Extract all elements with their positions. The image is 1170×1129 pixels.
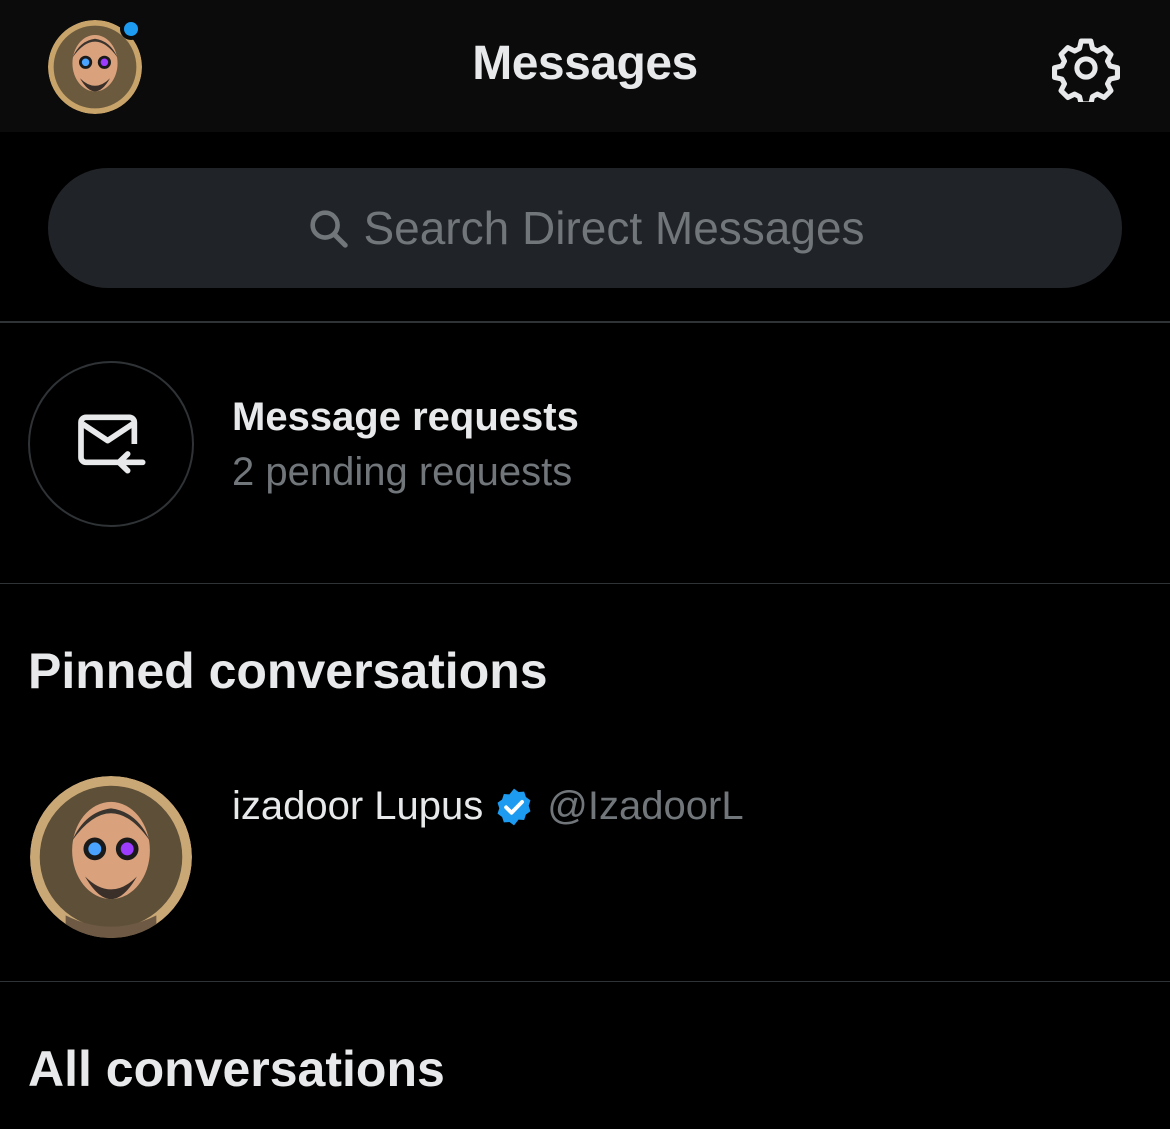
divider — [0, 583, 1170, 584]
gear-icon — [1052, 38, 1120, 107]
conversation-row[interactable]: izadoor Lupus @IzadoorL — [0, 748, 1170, 980]
page-title: Messages — [472, 37, 698, 90]
search-placeholder: Search Direct Messages — [363, 202, 865, 254]
avatar[interactable] — [30, 776, 192, 938]
requests-subtitle: 2 pending requests — [232, 450, 573, 494]
avatar-image — [30, 776, 192, 938]
verified-badge-icon — [497, 788, 531, 825]
conversation-header: izadoor Lupus @IzadoorL — [232, 784, 744, 829]
all-section-title: All conversations — [28, 1041, 445, 1097]
requests-title: Message requests — [232, 395, 579, 439]
divider — [0, 981, 1170, 982]
search-icon — [310, 210, 349, 248]
search-input[interactable]: Search Direct Messages — [48, 168, 1122, 288]
settings-button[interactable] — [1052, 34, 1120, 107]
message-requests-row[interactable]: Message requests 2 pending requests — [0, 323, 1170, 582]
conversation-handle: @IzadoorL — [547, 784, 744, 828]
top-bar: Messages — [0, 0, 1170, 132]
conversation-name: izadoor Lupus — [232, 784, 484, 828]
requests-icon-circle — [28, 361, 194, 527]
messages-screen: Messages Search Direct Messages Message … — [0, 0, 1170, 1129]
pinned-section-title: Pinned conversations — [28, 643, 548, 699]
mail-inbound-icon — [78, 414, 146, 474]
